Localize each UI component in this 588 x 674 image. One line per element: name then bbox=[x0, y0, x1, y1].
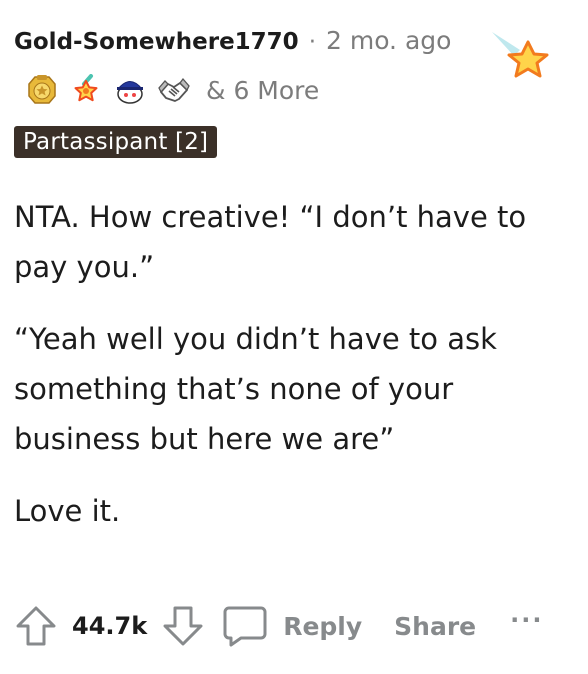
more-awards-link[interactable]: & 6 More bbox=[206, 76, 319, 105]
handshake-award-icon[interactable] bbox=[158, 74, 190, 106]
vote-score: 44.7k bbox=[72, 612, 148, 640]
user-flair: Partassipant [2] bbox=[14, 126, 218, 158]
share-button[interactable]: Share bbox=[394, 612, 476, 641]
downvote-arrow-icon[interactable] bbox=[161, 604, 205, 648]
snoo-cap-award-icon[interactable] bbox=[114, 74, 146, 106]
more-options-button[interactable]: ··· bbox=[510, 606, 543, 634]
comment-header: Gold-Somewhere1770 · 2 mo. ago bbox=[14, 26, 451, 55]
comment-body: NTA. How creative! “I don’t have to pay … bbox=[14, 192, 582, 558]
reply-button[interactable]: Reply bbox=[283, 612, 362, 641]
username-link[interactable]: Gold-Somewhere1770 bbox=[14, 29, 299, 55]
comment-paragraph: Love it. bbox=[14, 494, 121, 528]
comment-actions: 44.7k Reply Share ··· bbox=[14, 604, 543, 648]
comment-bubble-icon[interactable] bbox=[221, 604, 269, 648]
timestamp[interactable]: 2 mo. ago bbox=[326, 26, 451, 55]
gold-award-icon[interactable] bbox=[26, 74, 58, 106]
upvote-arrow-icon[interactable] bbox=[14, 604, 58, 648]
separator-dot: · bbox=[308, 29, 316, 55]
shooting-star-award-icon bbox=[490, 28, 554, 86]
awards-row[interactable]: & 6 More bbox=[26, 74, 319, 106]
comment-paragraph: “Yeah well you didn’t have to ask someth… bbox=[14, 322, 497, 456]
star-award-icon[interactable] bbox=[70, 74, 102, 106]
comment-paragraph: NTA. How creative! “I don’t have to pay … bbox=[14, 200, 527, 284]
